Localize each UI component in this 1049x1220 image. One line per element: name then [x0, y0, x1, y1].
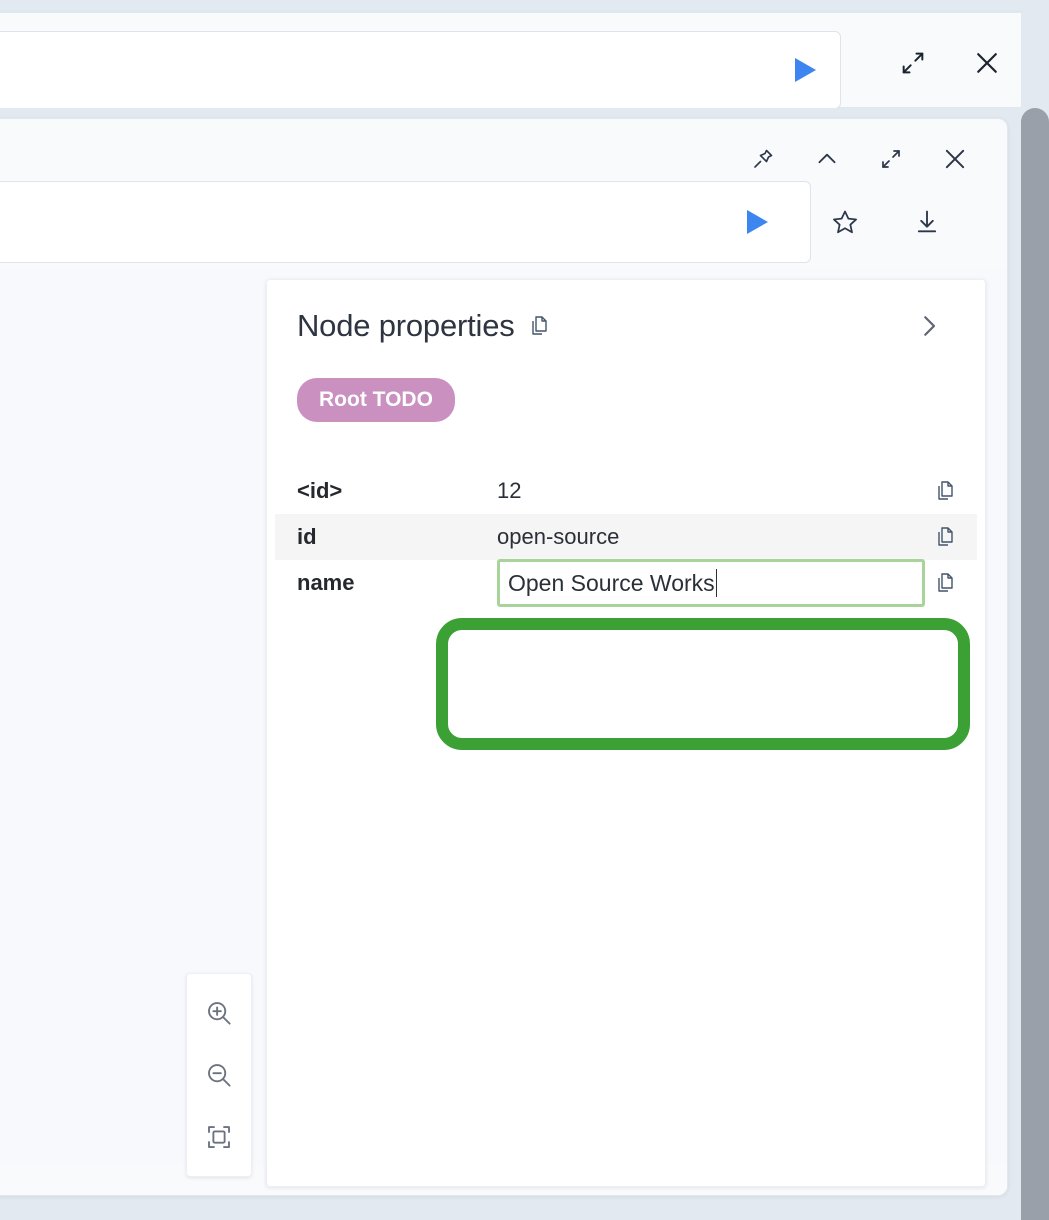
text-caret: [715, 569, 717, 597]
query-input[interactable]: [0, 182, 730, 262]
table-row: <id> 12: [275, 468, 977, 514]
top-query-input-box[interactable]: [0, 31, 841, 109]
page-title: Node properties: [297, 308, 515, 343]
chevron-up-icon[interactable]: [811, 143, 843, 175]
download-icon[interactable]: [911, 206, 943, 238]
play-icon[interactable]: [740, 205, 774, 239]
copy-icon[interactable]: [527, 314, 551, 338]
table-row: id open-source: [275, 514, 977, 560]
property-value[interactable]: open-source: [497, 524, 931, 550]
properties-table: <id> 12 id open-source name Open Source …: [275, 468, 977, 607]
scrollbar-thumb[interactable]: [1021, 108, 1049, 1220]
query-actions: [829, 206, 943, 238]
play-icon[interactable]: [788, 53, 822, 87]
expand-icon[interactable]: [897, 47, 929, 79]
node-labels: Root TODO: [297, 378, 455, 422]
table-row: name Open Source Works: [275, 559, 977, 607]
name-value-input[interactable]: Open Source Works: [497, 559, 925, 607]
close-icon[interactable]: [971, 47, 1003, 79]
result-panel: Node properties Root TODO <id> 12 id ope…: [0, 118, 1008, 1196]
window-controls: [747, 143, 971, 175]
chevron-right-icon[interactable]: [909, 306, 949, 346]
vertical-scrollbar[interactable]: [1021, 0, 1049, 1220]
fit-to-screen-icon[interactable]: [186, 1106, 252, 1168]
panel-gap: [0, 108, 1049, 116]
close-icon[interactable]: [939, 143, 971, 175]
property-key: <id>: [297, 478, 343, 503]
top-query-panel: [0, 12, 1030, 109]
name-value-text: Open Source Works: [508, 569, 715, 596]
node-properties-card: Node properties Root TODO <id> 12 id ope…: [266, 279, 986, 1187]
query-row: [0, 181, 989, 263]
top-panel-actions: [897, 47, 1003, 79]
status-badge[interactable]: Root TODO: [297, 378, 455, 422]
zoom-in-icon[interactable]: [186, 982, 252, 1044]
pin-icon[interactable]: [747, 143, 779, 175]
node-properties-header: Node properties: [297, 308, 961, 344]
query-input-box[interactable]: [0, 181, 811, 263]
star-icon[interactable]: [829, 206, 861, 238]
zoom-out-icon[interactable]: [186, 1044, 252, 1106]
property-key: id: [297, 524, 317, 549]
zoom-controls: [186, 973, 252, 1177]
app-root: Node properties Root TODO <id> 12 id ope…: [0, 0, 1049, 1220]
top-query-input[interactable]: [0, 32, 750, 108]
copy-icon[interactable]: [931, 525, 959, 549]
property-key: name: [297, 570, 355, 595]
expand-icon[interactable]: [875, 143, 907, 175]
property-value: 12: [497, 478, 522, 503]
copy-icon[interactable]: [931, 571, 959, 595]
copy-icon[interactable]: [931, 479, 959, 503]
